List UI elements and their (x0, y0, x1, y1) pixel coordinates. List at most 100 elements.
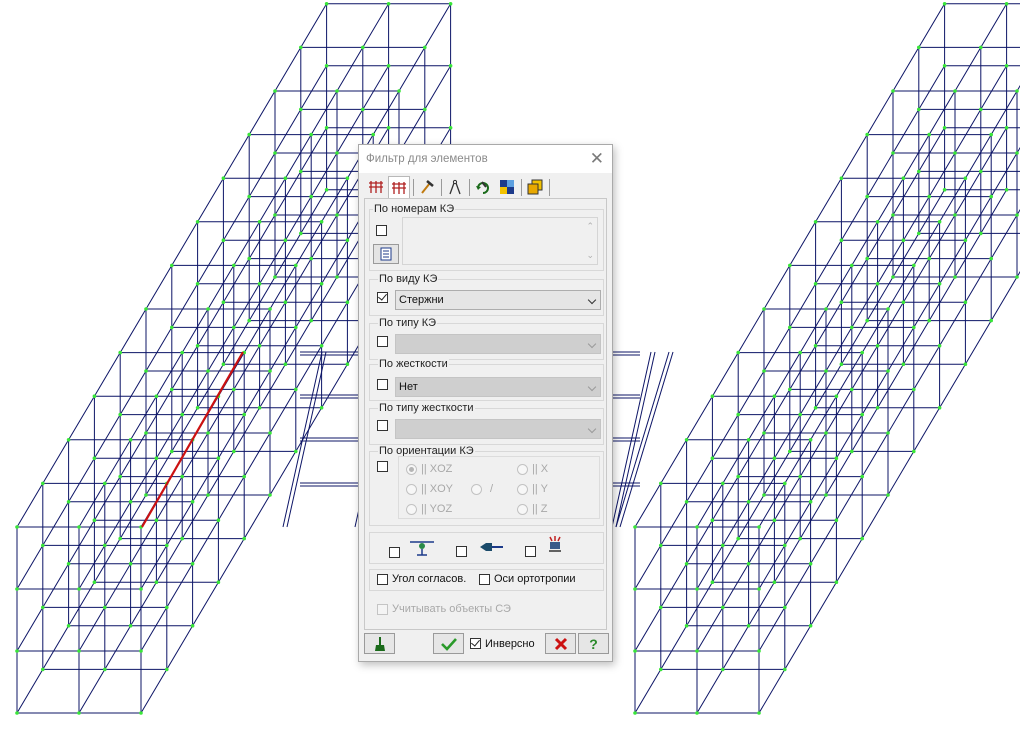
tab-compass-icon[interactable] (444, 176, 466, 198)
by-type-label: По типу КЭ (378, 317, 438, 329)
tab-elements-icon[interactable] (365, 176, 387, 198)
apply-button[interactable] (433, 633, 464, 654)
mesh-bar (104, 563, 132, 608)
brush-button[interactable] (364, 633, 395, 654)
mesh-node (118, 412, 122, 417)
mesh-node (299, 231, 303, 236)
by-numbers-checkbox[interactable] (376, 225, 387, 236)
mesh-node (232, 325, 236, 330)
mesh-node (721, 605, 725, 610)
tab-layers-icon[interactable] (524, 176, 546, 198)
mesh-node (788, 449, 792, 454)
angle-label: Угол согласов. (392, 573, 467, 585)
mesh-node (319, 406, 324, 410)
rigid-insert-checkbox[interactable] (456, 546, 467, 557)
orientation-radio-yoz[interactable] (406, 504, 417, 515)
mesh-node (268, 431, 272, 435)
stiffness-select[interactable]: Нет (395, 377, 601, 397)
mesh-node (309, 318, 314, 323)
mesh-node (180, 536, 184, 541)
help-button[interactable]: ? (578, 633, 609, 654)
mesh-node (345, 176, 350, 180)
dialog-titlebar: Фильтр для элементов ✕ (359, 145, 612, 173)
mesh-bar (939, 363, 966, 409)
mesh-node (170, 387, 174, 392)
element-numbers-list[interactable]: ⌃ ⌄ (402, 217, 598, 265)
mesh-node (195, 406, 200, 410)
mesh-bar (789, 221, 817, 266)
mesh-node (989, 318, 993, 323)
mesh-bar (722, 625, 750, 670)
mesh-bar (810, 581, 837, 627)
element-filter-dialog: Фильтр для элементов ✕ По номерам КЭ ⌃ ⌄… (358, 144, 613, 662)
kind-select-value: Стержни (399, 294, 444, 306)
close-icon[interactable]: ✕ (590, 150, 604, 167)
mesh-node (865, 318, 869, 323)
mesh-node (103, 481, 107, 486)
tab-color-icon[interactable] (496, 176, 518, 198)
mesh-node (927, 256, 931, 261)
mesh-node (118, 350, 122, 355)
type-select[interactable] (395, 334, 601, 354)
mesh-node (66, 438, 71, 442)
mesh-node (757, 711, 761, 715)
orientation-checkbox[interactable] (377, 461, 388, 472)
mesh-node (335, 89, 339, 93)
mesh-node (721, 481, 725, 486)
kind-select[interactable]: Стержни (395, 290, 601, 310)
by-kind-checkbox[interactable] (377, 292, 388, 303)
mesh-node (659, 605, 663, 610)
mesh-node (695, 587, 699, 591)
se-objects-checkbox[interactable] (377, 604, 388, 615)
orientation-radio-xoz[interactable] (406, 464, 417, 475)
mesh-node (247, 318, 251, 323)
mesh-node (144, 369, 148, 373)
mesh-node (813, 406, 818, 410)
mesh-node (772, 518, 777, 522)
mesh-node (92, 456, 97, 461)
mesh-node (979, 107, 983, 112)
mesh-bar (737, 308, 765, 353)
mesh-node (103, 605, 107, 610)
mesh-bar (197, 239, 224, 285)
mesh-node (912, 263, 916, 268)
mesh-node (875, 406, 880, 410)
orientation-radio-x[interactable] (517, 464, 528, 475)
mesh-node (15, 711, 19, 715)
by-type-checkbox[interactable] (377, 336, 388, 347)
mesh-bar (634, 483, 662, 528)
mesh-bar (192, 519, 219, 565)
orientation-radio-slash[interactable] (471, 484, 482, 495)
orientation-radio-z[interactable] (517, 504, 528, 515)
cancel-button[interactable] (545, 633, 576, 654)
tab-hammer-icon[interactable] (416, 176, 438, 198)
orientation-radio-xoy[interactable] (406, 484, 417, 495)
list-icon[interactable] (373, 244, 399, 264)
by-stiffness-type-checkbox[interactable] (377, 420, 388, 431)
mesh-node (170, 449, 174, 454)
tab-rotate-icon[interactable] (472, 176, 494, 198)
mesh-node (299, 45, 303, 50)
mesh-node (695, 711, 699, 715)
mesh-bar (913, 407, 941, 452)
support-checkbox[interactable] (525, 546, 536, 557)
mesh-node (953, 151, 957, 155)
mesh-bar (274, 109, 302, 154)
mesh-node (66, 500, 71, 504)
stiffness-type-select[interactable] (395, 419, 601, 439)
by-stiffness-checkbox[interactable] (377, 379, 388, 390)
tab-elements-filter-icon[interactable] (388, 176, 410, 199)
y-label: || Y (532, 483, 548, 495)
mesh-node (294, 449, 298, 454)
se-objects-label: Учитывать объекты СЭ (392, 603, 511, 615)
ortho-checkbox[interactable] (479, 574, 490, 585)
orientation-radio-y[interactable] (517, 484, 528, 495)
mesh-node (901, 176, 906, 180)
mesh-node (937, 406, 942, 410)
mesh-node (324, 64, 329, 68)
mesh-node (103, 543, 107, 548)
mesh-node (221, 238, 226, 242)
hinge-checkbox[interactable] (389, 547, 400, 558)
inverse-checkbox[interactable] (470, 638, 481, 649)
angle-checkbox[interactable] (377, 574, 388, 585)
